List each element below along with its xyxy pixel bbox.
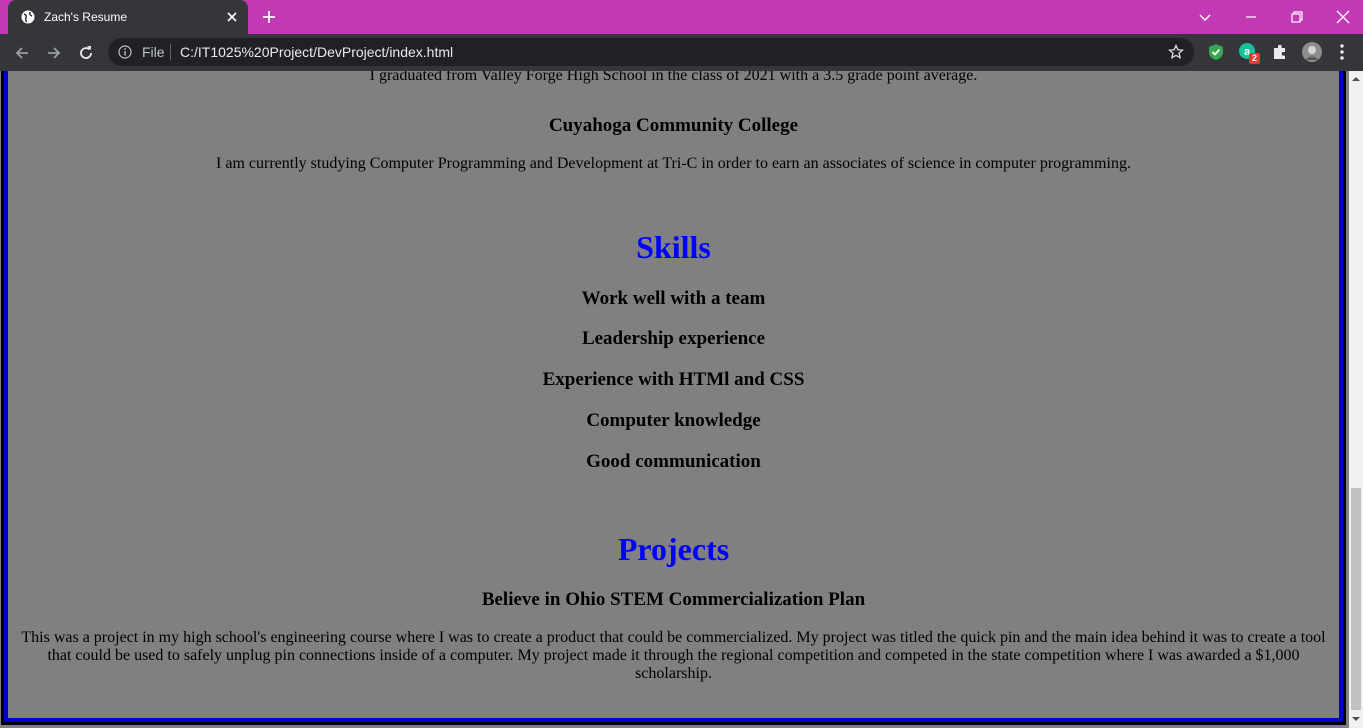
projects-heading: Projects: [617, 531, 730, 567]
skill-item: Computer knowledge: [586, 410, 761, 431]
bookmark-star-icon[interactable]: [1168, 44, 1184, 60]
close-tab-icon[interactable]: [224, 9, 240, 25]
project-description: This was a project in my high school's e…: [21, 629, 1326, 682]
extension-badge: 2: [1249, 53, 1260, 64]
avatar[interactable]: [1302, 42, 1322, 62]
high-school-description: I graduated from Valley Forge High Schoo…: [369, 71, 978, 84]
url-text[interactable]: C:/IT1025%20Project/DevProject/index.htm…: [180, 44, 453, 60]
puzzle-extensions-icon[interactable]: [1270, 42, 1290, 62]
scroll-down-arrow-icon[interactable]: [1352, 715, 1360, 723]
new-tab-icon[interactable]: [260, 8, 278, 26]
scroll-up-arrow-icon[interactable]: [1352, 75, 1360, 83]
tab-title: Zach's Resume: [44, 10, 127, 24]
skill-item: Experience with HTMl and CSS: [542, 369, 805, 390]
skill-item: Good communication: [586, 451, 761, 472]
college-description: I am currently studying Computer Program…: [216, 155, 1131, 172]
globe-icon: [21, 10, 35, 24]
tab-strip: Zach's Resume: [0, 0, 1363, 34]
close-window-icon[interactable]: [1333, 7, 1353, 27]
tab-active[interactable]: Zach's Resume: [8, 0, 248, 34]
skill-item: Work well with a team: [581, 288, 766, 309]
kebab-menu-icon[interactable]: [1336, 42, 1348, 62]
forward-arrow-icon[interactable]: [44, 43, 64, 63]
resume-frame: I graduated from Valley Forge High Schoo…: [1, 71, 1346, 725]
scheme-label: File: [142, 44, 165, 60]
address-bar[interactable]: File C:/IT1025%20Project/DevProject/inde…: [108, 38, 1194, 66]
tab-search-chevron-icon[interactable]: [1195, 7, 1215, 27]
skills-heading: Skills: [636, 229, 711, 265]
restore-icon[interactable]: [1287, 7, 1307, 27]
grammarly-extension[interactable]: a 2: [1238, 42, 1260, 64]
shield-extension-icon[interactable]: [1206, 42, 1226, 62]
back-arrow-icon[interactable]: [12, 43, 32, 63]
page-viewport: I graduated from Valley Forge High Schoo…: [0, 71, 1349, 728]
project-title: Believe in Ohio STEM Commercialization P…: [481, 589, 866, 610]
skill-item: Leadership experience: [581, 328, 766, 349]
college-heading: Cuyahoga Community College: [548, 115, 799, 136]
info-icon[interactable]: [118, 45, 132, 59]
minimize-icon[interactable]: [1241, 7, 1261, 27]
reload-icon[interactable]: [76, 43, 96, 63]
omnibox-divider: [170, 44, 171, 60]
scrollbar-thumb[interactable]: [1351, 488, 1361, 710]
